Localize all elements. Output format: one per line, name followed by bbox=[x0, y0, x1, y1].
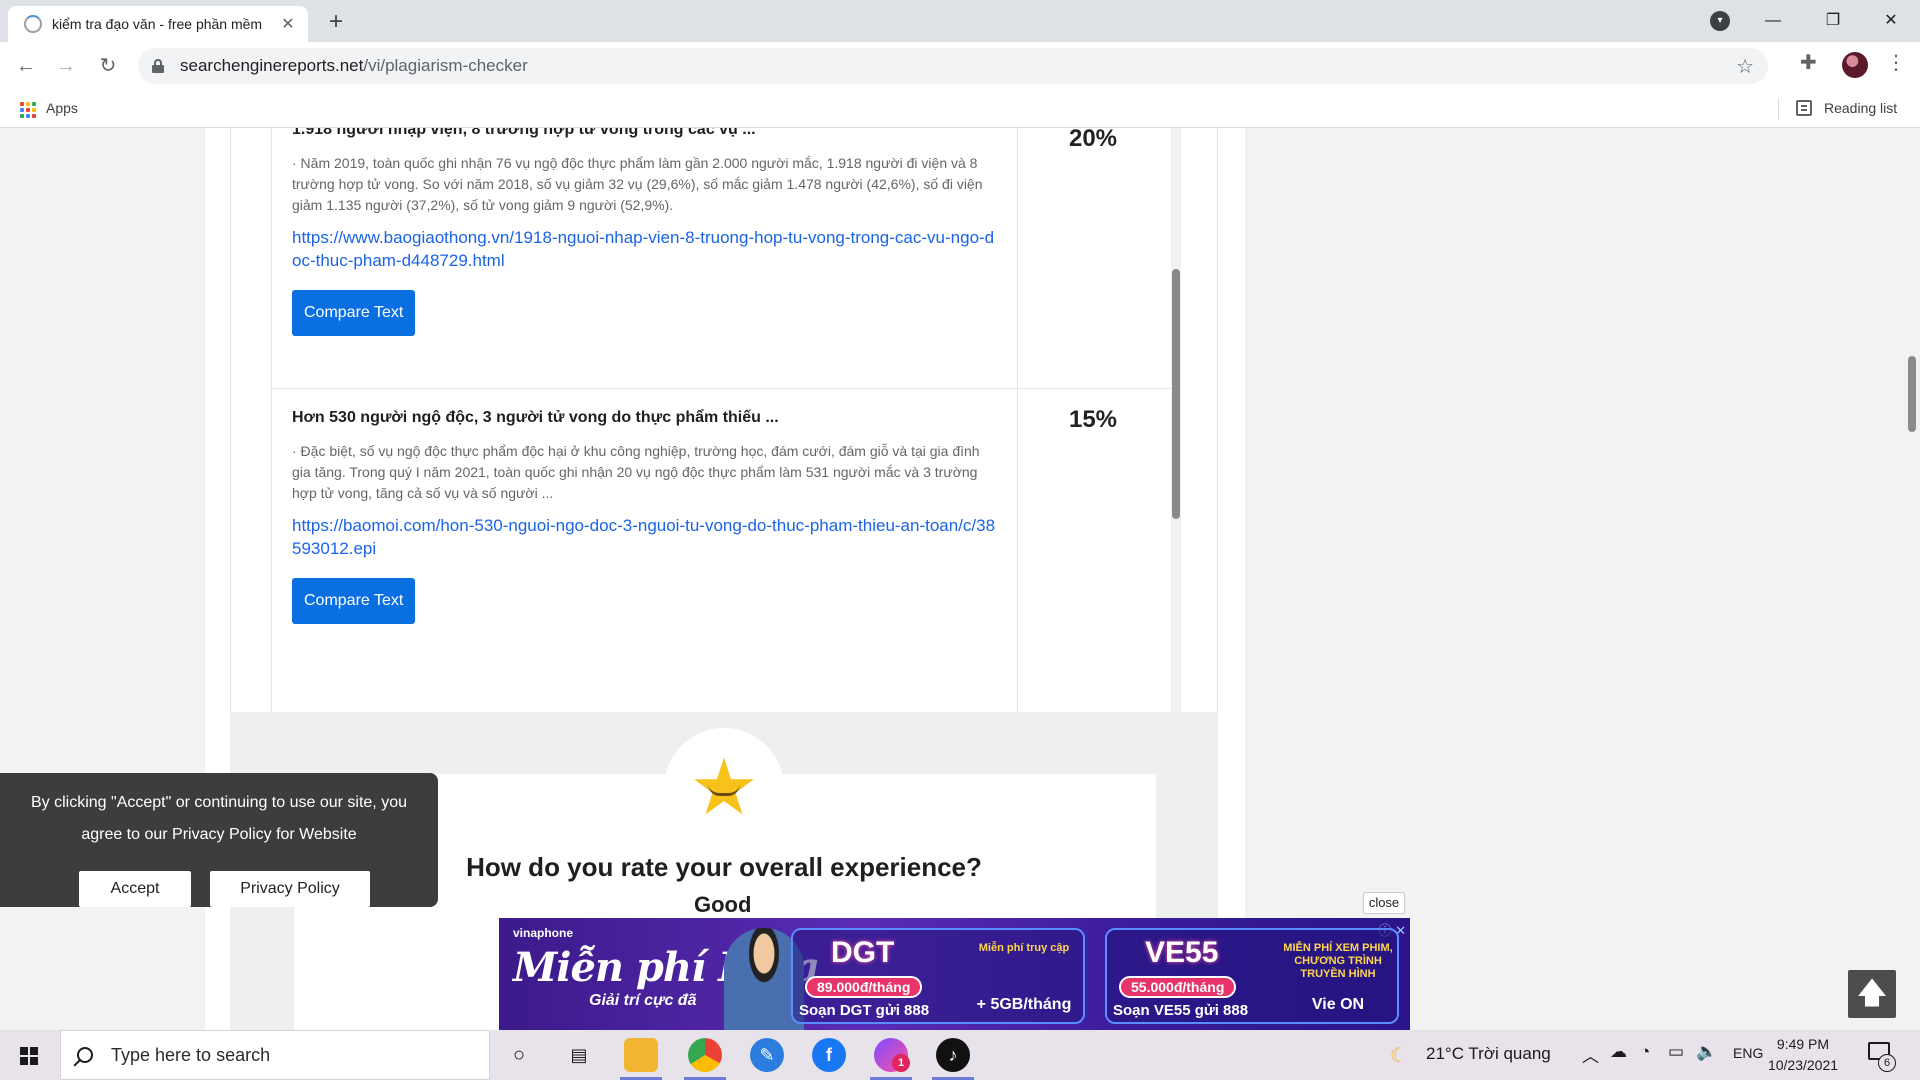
result-row: 1.918 người nhập viện, 8 trường hợp tử v… bbox=[271, 128, 1171, 389]
result-snippet: · Năm 2019, toàn quốc ghi nhận 76 vụ ngộ… bbox=[292, 155, 983, 213]
source-cell: 1.918 người nhập viện, 8 trường hợp tử v… bbox=[271, 128, 1018, 388]
taskbar-search-box[interactable]: Type here to search bbox=[60, 1030, 490, 1080]
result-title: Hơn 530 người ngộ độc, 3 người tử vong d… bbox=[292, 409, 779, 426]
reload-icon[interactable]: ↻ bbox=[92, 50, 124, 82]
facebook-icon[interactable]: f bbox=[812, 1038, 846, 1072]
ad-offer-extra-title: MIỄN PHÍ XEM PHIM, CHƯƠNG TRÌNH TRUYỀN H… bbox=[1283, 942, 1393, 980]
results-scrollbar[interactable] bbox=[1171, 128, 1181, 765]
results-table[interactable]: 1.918 người nhập viện, 8 trường hợp tử v… bbox=[271, 128, 1171, 765]
browser-toolbar: ← → ↻ searchenginereports.net/vi/plagiar… bbox=[0, 42, 1920, 90]
extensions-puzzle-icon[interactable]: ✚ bbox=[1800, 50, 1817, 75]
ad-offer-box[interactable]: VE55 55.000đ/tháng Soạn VE55 gửi 888 MIỄ… bbox=[1105, 928, 1399, 1024]
notification-count-badge: 6 bbox=[1878, 1054, 1896, 1072]
chrome-icon[interactable] bbox=[688, 1038, 722, 1072]
search-icon bbox=[77, 1047, 93, 1063]
onedrive-cloud-icon[interactable]: ☁ bbox=[1610, 1042, 1627, 1062]
browser-tab[interactable]: kiểm tra đạo văn - free phần mềm ✕ bbox=[8, 6, 308, 42]
results-scroll-thumb[interactable] bbox=[1172, 269, 1180, 519]
apps-bookmark[interactable]: Apps bbox=[46, 100, 78, 116]
address-bar[interactable]: searchenginereports.net/vi/plagiarism-ch… bbox=[138, 48, 1768, 84]
messenger-badge: 1 bbox=[892, 1054, 910, 1072]
score-cell: 20% bbox=[1018, 128, 1168, 388]
ad-close-button[interactable]: close bbox=[1363, 892, 1405, 914]
menu-kebab-icon[interactable]: ⋮ bbox=[1886, 50, 1906, 75]
match-score: 20% bbox=[1068, 128, 1118, 152]
window-close-button[interactable]: ✕ bbox=[1868, 4, 1914, 38]
bookmark-separator bbox=[1778, 98, 1779, 120]
results-card: 1.918 người nhập viện, 8 trường hợp tử v… bbox=[230, 128, 1218, 802]
lock-icon[interactable] bbox=[152, 59, 164, 73]
taskbar: Type here to search ○ ▤ ✎ f 1 ♪ ☾ 21°C T… bbox=[0, 1030, 1920, 1080]
ad-subheadline: Giải trí cực đã bbox=[589, 992, 697, 1009]
tiktok-icon[interactable]: ♪ bbox=[936, 1038, 970, 1072]
ad-offer-sms: Soạn VE55 gửi 888 bbox=[1113, 1002, 1249, 1019]
result-link[interactable]: https://www.baogiaothong.vn/1918-nguoi-n… bbox=[292, 226, 997, 272]
tab-search-icon[interactable]: ▾ bbox=[1710, 11, 1730, 31]
apps-grid-icon[interactable] bbox=[20, 102, 36, 118]
forward-arrow-icon[interactable]: → bbox=[50, 50, 82, 82]
match-score: 15% bbox=[1068, 406, 1118, 433]
profile-avatar[interactable] bbox=[1842, 52, 1868, 78]
ad-offer-extra-value: + 5GB/tháng bbox=[976, 996, 1072, 1013]
cookie-banner: By clicking "Accept" or continuing to us… bbox=[0, 773, 438, 907]
show-hidden-icons-chevron-icon[interactable]: ︿ bbox=[1582, 1042, 1599, 1067]
source-cell: Hơn 530 người ngộ độc, 3 người tử vong d… bbox=[271, 389, 1018, 765]
restore-button[interactable]: ❐ bbox=[1810, 4, 1856, 38]
reading-list-icon[interactable] bbox=[1796, 100, 1812, 116]
back-to-top-button[interactable]: 🡅 bbox=[1848, 970, 1896, 1018]
rating-label: Good bbox=[694, 892, 752, 917]
clock-time: 9:49 PM bbox=[1776, 1036, 1830, 1052]
tab-title: kiểm tra đạo văn - free phần mềm bbox=[52, 16, 263, 32]
cookie-text: By clicking "Accept" or continuing to us… bbox=[31, 794, 407, 843]
accept-button[interactable]: Accept bbox=[79, 871, 191, 907]
cortana-icon[interactable]: ○ bbox=[502, 1038, 536, 1072]
bookmarks-bar: Apps Reading list bbox=[0, 90, 1920, 128]
reading-list-button[interactable]: Reading list bbox=[1824, 100, 1897, 116]
privacy-policy-button[interactable]: Privacy Policy bbox=[210, 871, 370, 907]
battery-icon[interactable]: ▭ bbox=[1668, 1042, 1684, 1062]
windows-start-icon[interactable] bbox=[20, 1047, 38, 1065]
new-tab-button[interactable]: + bbox=[322, 8, 350, 36]
page-scroll-thumb[interactable] bbox=[1908, 356, 1916, 432]
ad-offer-price: 89.000đ/tháng bbox=[805, 976, 923, 998]
ad-offer-sms: Soạn DGT gửi 888 bbox=[799, 1002, 930, 1019]
wifi-icon[interactable]: ◔ bbox=[1640, 1042, 1650, 1062]
ad-offer-box[interactable]: DGT 89.000đ/tháng Soạn DGT gửi 888 Miễn … bbox=[791, 928, 1085, 1024]
compare-text-button[interactable]: Compare Text bbox=[292, 578, 416, 624]
volume-muted-icon[interactable]: 🔈 bbox=[1696, 1042, 1717, 1062]
back-arrow-icon[interactable]: ← bbox=[10, 50, 42, 82]
result-snippet: · Đặc biệt, số vụ ngộ độc thực phẩm độc … bbox=[292, 443, 980, 501]
task-view-icon[interactable]: ▤ bbox=[562, 1038, 596, 1072]
ad-offer-extra-title: Miễn phí truy cập bbox=[978, 942, 1070, 954]
tab-strip: kiểm tra đạo văn - free phần mềm ✕ + ▾ —… bbox=[0, 0, 1920, 42]
weather-text[interactable]: 21°C Trời quang bbox=[1426, 1044, 1551, 1064]
zalo-icon[interactable]: ✎ bbox=[750, 1038, 784, 1072]
page-viewport[interactable]: 1.918 người nhập viện, 8 trường hợp tử v… bbox=[0, 128, 1920, 1030]
result-row: Hơn 530 người ngộ độc, 3 người tử vong d… bbox=[271, 389, 1171, 765]
result-link[interactable]: https://baomoi.com/hon-530-nguoi-ngo-doc… bbox=[292, 514, 997, 560]
compare-text-button[interactable]: Compare Text bbox=[292, 290, 416, 336]
clock-date: 10/23/2021 bbox=[1767, 1057, 1839, 1073]
search-placeholder: Type here to search bbox=[111, 1044, 271, 1065]
ad-offer-code: VE55 bbox=[1145, 936, 1219, 969]
ad-offer-code: DGT bbox=[831, 936, 895, 969]
bookmark-star-icon[interactable]: ☆ bbox=[1736, 54, 1754, 79]
minimize-button[interactable]: — bbox=[1750, 4, 1796, 38]
ad-banner[interactable]: ⓘ ✕ vinaphone Miễn phí Data Giải trí cực… bbox=[499, 918, 1410, 1030]
ad-offer-price: 55.000đ/tháng bbox=[1119, 976, 1237, 998]
tab-close-icon[interactable]: ✕ bbox=[278, 14, 298, 34]
site-favicon-icon bbox=[24, 15, 42, 33]
ad-brand: vinaphone bbox=[513, 926, 574, 940]
file-explorer-icon[interactable] bbox=[624, 1038, 658, 1072]
clock[interactable]: 9:49 PM 10/23/2021 bbox=[1748, 1034, 1858, 1076]
score-cell: 15% bbox=[1018, 389, 1168, 765]
url-text[interactable]: searchenginereports.net/vi/plagiarism-ch… bbox=[180, 56, 528, 76]
weather-moon-icon[interactable]: ☾ bbox=[1390, 1043, 1408, 1068]
result-title: 1.918 người nhập viện, 8 trường hợp tử v… bbox=[292, 128, 756, 138]
ad-offer-extra-value: Vie ON bbox=[1311, 996, 1365, 1013]
